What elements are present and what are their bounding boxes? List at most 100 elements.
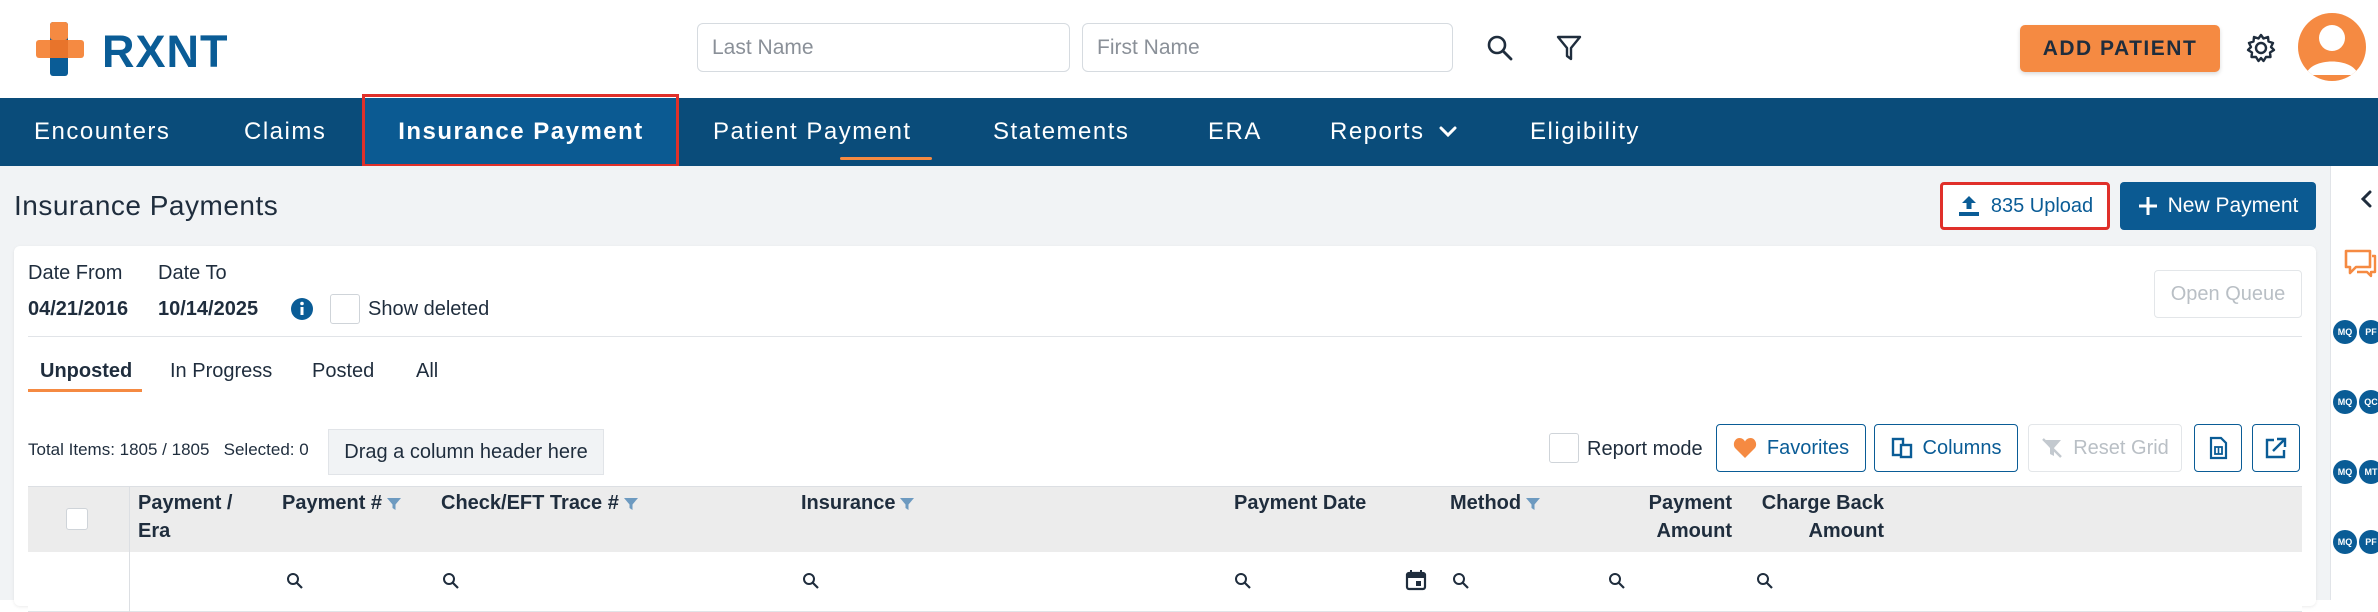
report-mode-label: Report mode [1587, 438, 1703, 460]
column-header-line: Amount [1656, 520, 1732, 542]
column-header-line: Payment # [282, 492, 383, 514]
new-payment-label: New Payment [2167, 194, 2299, 217]
date-to-label: Date To [158, 262, 227, 284]
column-header-line: Method [1450, 492, 1522, 514]
queue-badge[interactable]: PF [2359, 320, 2378, 344]
column-header-payment-amount[interactable]: Payment Amount [1574, 489, 1732, 545]
info-icon[interactable] [290, 297, 314, 321]
nav-label: Eligibility [1530, 118, 1640, 145]
column-header-charge-back-amount[interactable]: Charge Back Amount [1734, 489, 1884, 545]
grid-filter-row [28, 552, 2302, 612]
tab-unposted[interactable]: Unposted [40, 360, 132, 383]
column-header-payment-era[interactable]: Payment / Era [138, 489, 232, 545]
export-button[interactable] [2252, 424, 2300, 472]
column-filter-icon[interactable] [899, 497, 915, 511]
column-header-line: Amount [1808, 520, 1884, 542]
queue-badge[interactable]: MQ [2333, 390, 2357, 414]
nav-encounters[interactable]: Encounters [34, 98, 170, 166]
show-deleted-checkbox[interactable] [330, 294, 360, 324]
show-deleted-label: Show deleted [368, 298, 490, 320]
calendar-icon[interactable] [1404, 568, 1428, 592]
column-header-insurance[interactable]: Insurance [801, 489, 915, 517]
search-icon[interactable] [1234, 572, 1252, 590]
queue-badge[interactable]: MQ [2333, 530, 2357, 554]
add-patient-button[interactable]: ADD PATIENT [2020, 25, 2220, 72]
queue-badge[interactable]: MQ [2333, 320, 2357, 344]
column-filter-icon[interactable] [386, 497, 402, 511]
queue-badge[interactable]: MT [2359, 460, 2378, 484]
nav-label: Reports [1330, 118, 1425, 145]
report-mode-checkbox[interactable] [1549, 433, 1579, 463]
group-by-drop-zone[interactable]: Drag a column header here [328, 429, 604, 475]
chevron-down-icon [1439, 126, 1457, 138]
filter-icon[interactable] [1551, 30, 1587, 66]
spreadsheet-icon [2209, 436, 2228, 460]
column-header-check-eft[interactable]: Check/EFT Trace # [441, 489, 639, 517]
tab-posted[interactable]: Posted [312, 360, 374, 383]
nav-eligibility[interactable]: Eligibility [1530, 98, 1640, 166]
column-header-method[interactable]: Method [1450, 489, 1541, 517]
main-nav: Encounters Claims Insurance Payment Pati… [0, 98, 2378, 166]
nav-claims[interactable]: Claims [244, 98, 326, 166]
search-icon[interactable] [1452, 572, 1470, 590]
open-queue-button[interactable]: Open Queue [2154, 270, 2302, 318]
nav-era[interactable]: ERA [1208, 98, 1262, 166]
column-header-line: Insurance [801, 492, 896, 514]
column-filter-icon[interactable] [623, 497, 639, 511]
date-from-value[interactable]: 04/21/2016 [28, 298, 128, 321]
column-header-line: Era [138, 520, 171, 542]
column-filter-icon[interactable] [1525, 497, 1541, 511]
nav-statements[interactable]: Statements [993, 98, 1129, 166]
first-name-input[interactable] [1082, 23, 1453, 72]
nav-reports[interactable]: Reports [1330, 98, 1457, 166]
new-payment-button[interactable]: New Payment [2120, 182, 2316, 230]
reset-grid-label: Reset Grid [2073, 436, 2169, 459]
page-title: Insurance Payments [14, 190, 279, 221]
chat-icon[interactable] [2343, 248, 2377, 278]
column-header-line: Charge Back [1761, 492, 1884, 514]
columns-button[interactable]: Columns [1874, 424, 2018, 472]
last-name-input[interactable] [697, 23, 1070, 72]
search-icon[interactable] [1482, 30, 1518, 66]
favorites-button[interactable]: Favorites [1716, 424, 1866, 472]
search-icon[interactable] [1756, 572, 1774, 590]
queue-badge[interactable]: QC [2359, 390, 2378, 414]
column-header-payment-number[interactable]: Payment # [282, 489, 402, 517]
queue-badge[interactable]: MQ [2333, 460, 2357, 484]
plus-icon [2138, 197, 2157, 215]
date-to-value[interactable]: 10/14/2025 [158, 298, 258, 321]
tab-in-progress[interactable]: In Progress [170, 360, 272, 383]
rxnt-logo[interactable]: RXNT [36, 22, 246, 78]
reset-grid-button[interactable]: Reset Grid [2028, 424, 2182, 472]
right-rail: MQ PF MQ QC MQ MT MQ PF [2330, 166, 2378, 600]
chevron-left-icon[interactable] [2359, 190, 2373, 208]
filter-clear-icon [2042, 438, 2063, 458]
total-items-count: Total Items: 1805 / 1805 [28, 440, 210, 459]
export-excel-button[interactable] [2194, 424, 2242, 472]
user-avatar[interactable] [2298, 13, 2366, 81]
search-icon[interactable] [286, 572, 304, 590]
nav-patient-payment[interactable]: Patient Payment [713, 98, 912, 166]
highlight-box [362, 94, 679, 167]
select-column [28, 486, 130, 612]
search-icon[interactable] [802, 572, 820, 590]
heart-icon [1733, 438, 1757, 458]
queue-badge[interactable]: PF [2359, 530, 2378, 554]
columns-label: Columns [1922, 436, 2002, 459]
selected-count: Selected: 0 [223, 440, 309, 459]
top-header: RXNT ADD PATIENT [0, 0, 2378, 98]
date-from-label: Date From [28, 262, 123, 284]
nav-label: ERA [1208, 118, 1262, 145]
user-icon [2306, 25, 2358, 75]
search-icon[interactable] [442, 572, 460, 590]
search-icon[interactable] [1608, 572, 1626, 590]
export-icon [2265, 437, 2287, 459]
tab-active-indicator [28, 389, 142, 392]
upload-835-button[interactable]: 835 Upload [1940, 182, 2110, 230]
select-all-checkbox[interactable] [66, 508, 88, 530]
gear-icon[interactable] [2243, 30, 2279, 66]
nav-label: Encounters [34, 118, 171, 145]
upload-icon [1958, 196, 1979, 216]
tab-all[interactable]: All [416, 360, 438, 383]
column-header-payment-date[interactable]: Payment Date [1234, 489, 1366, 517]
